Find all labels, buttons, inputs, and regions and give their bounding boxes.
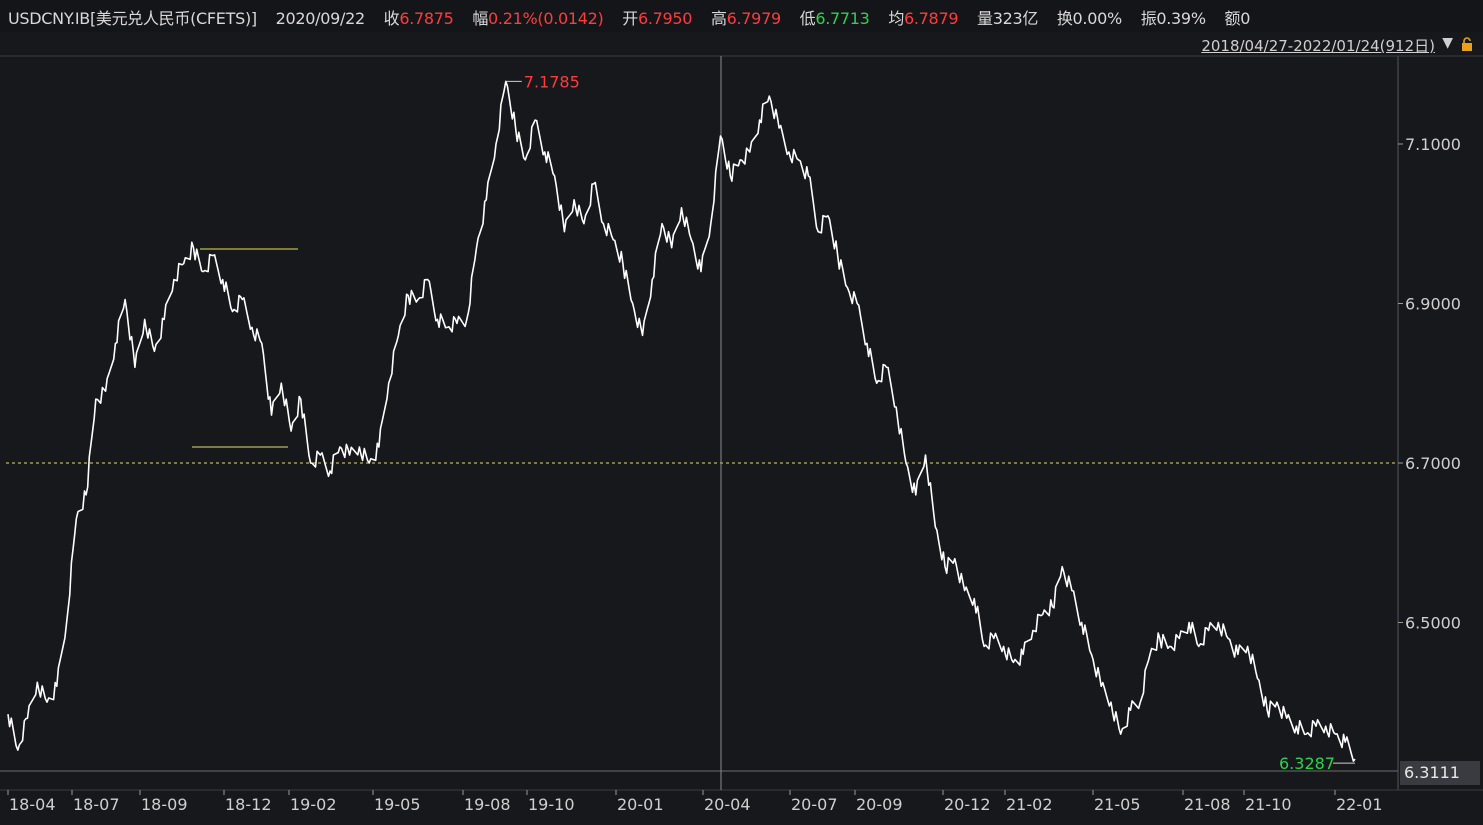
x-tick-label: 20-01 (617, 795, 664, 814)
x-tick-label: 18-04 (9, 795, 56, 814)
x-tick-label: 20-09 (856, 795, 903, 814)
chart-background (0, 0, 1483, 825)
y-tick-label: 6.7000 (1405, 454, 1461, 473)
symbol-name[interactable]: USDCNY.IB[美元兑人民币(CFETS)] (8, 9, 257, 28)
x-tick-label: 18-09 (141, 795, 188, 814)
change-label: 幅 (472, 9, 489, 28)
volume-label: 量 (977, 9, 993, 28)
x-tick-label: 22-01 (1336, 795, 1383, 814)
turnover-label: 换 (1056, 9, 1073, 28)
open-value: 6.7950 (637, 9, 693, 28)
x-tick-label: 21-08 (1184, 795, 1231, 814)
date-range-selector[interactable]: 2018/04/27-2022/01/24(912日) ▼ (1163, 34, 1483, 56)
avg-label: 均 (888, 9, 905, 28)
x-tick-label: 21-05 (1094, 795, 1141, 814)
turnover-value: 0.00% (1072, 9, 1123, 28)
volume-value: 323亿 (992, 9, 1039, 28)
low-label: 低 (799, 9, 816, 28)
low-value: 6.7713 (815, 9, 870, 28)
x-tick-label: 21-02 (1006, 795, 1053, 814)
chart-window: 7.1000 6.9000 6.7000 6.5000 18-04 18-07 18-09… (0, 0, 1483, 825)
quote-header: USDCNY.IB[美元兑人民币(CFETS)] 2020/09/22 收6.7… (0, 0, 1483, 32)
x-tick-label: 19-05 (374, 795, 421, 814)
x-tick-label: 20-12 (944, 795, 991, 814)
x-tick-label: 19-02 (290, 795, 337, 814)
min-value-label: 6.3287 (1279, 754, 1335, 773)
change-value: 0.21%(0.0142) (488, 9, 604, 28)
triangle-down-icon[interactable]: ▼ (1442, 35, 1453, 51)
price-chart[interactable]: 7.1000 6.9000 6.7000 6.5000 18-04 18-07 18-09… (0, 0, 1483, 825)
quote-date: 2020/09/22 (275, 9, 366, 28)
open-label: 开 (622, 9, 638, 28)
avg-value: 6.7879 (904, 9, 959, 28)
close-label: 收 (383, 9, 400, 28)
amplitude-label: 振 (1140, 9, 1157, 28)
high-value: 6.7979 (726, 9, 781, 28)
y-tick-label: 7.1000 (1405, 135, 1461, 154)
x-tick-label: 20-07 (791, 795, 838, 814)
x-tick-label: 19-10 (528, 795, 575, 814)
x-tick-label: 18-07 (73, 795, 120, 814)
x-tick-label: 19-08 (464, 795, 511, 814)
close-value: 6.7875 (399, 9, 454, 28)
last-value-box: 6.3111 (1400, 761, 1480, 785)
lock-icon[interactable] (1461, 37, 1473, 51)
x-tick-label: 18-12 (225, 795, 272, 814)
high-label: 高 (710, 9, 727, 28)
amplitude-value: 0.39% (1156, 9, 1206, 28)
max-value-label: 7.1785 (524, 72, 580, 91)
amount-value: 0 (1240, 9, 1251, 28)
amount-label: 额 (1224, 9, 1241, 28)
x-tick-label: 21-10 (1245, 795, 1292, 814)
x-tick-label: 20-04 (704, 795, 751, 814)
y-tick-label: 6.9000 (1405, 295, 1461, 314)
date-range-label[interactable]: 2018/04/27-2022/01/24(912日) (1201, 35, 1435, 56)
y-tick-label: 6.5000 (1405, 614, 1461, 633)
